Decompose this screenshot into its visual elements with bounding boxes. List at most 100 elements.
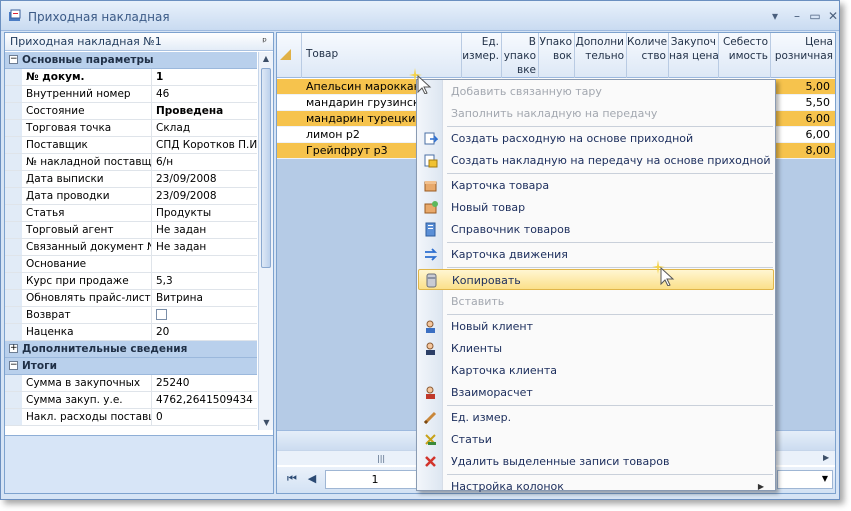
- property-row[interactable]: Торговая точка Склад: [5, 120, 257, 137]
- menu-item[interactable]: Карточка клиента: [418, 360, 774, 381]
- property-value[interactable]: 25240: [152, 375, 257, 391]
- property-row[interactable]: Дата проводки 23/09/2008: [5, 188, 257, 205]
- property-value[interactable]: Не задан: [152, 239, 257, 255]
- menu-item[interactable]: Справочник товаров: [418, 219, 774, 240]
- property-value[interactable]: 4762,2641509434: [152, 392, 257, 408]
- property-row[interactable]: Обновлять прайс-лист Витрина: [5, 290, 257, 307]
- property-row[interactable]: Основание: [5, 256, 257, 273]
- column-header-retail-price[interactable]: Цена розничная: [771, 33, 835, 78]
- scroll-down-icon[interactable]: ▼: [259, 416, 274, 430]
- minimize-icon[interactable]: –: [789, 9, 805, 23]
- scroll-up-icon[interactable]: ▲: [259, 52, 273, 66]
- property-value[interactable]: 23/09/2008: [152, 171, 257, 187]
- column-header-quantity[interactable]: Количе ство: [627, 33, 669, 78]
- retail-price-cell[interactable]: 5,50: [777, 95, 833, 110]
- retail-price-cell[interactable]: 5,00: [777, 79, 833, 94]
- menu-item[interactable]: Карточка товара: [418, 175, 774, 196]
- maximize-icon[interactable]: ▭: [807, 9, 823, 23]
- property-value[interactable]: 46: [152, 86, 257, 102]
- retail-price-cell[interactable]: 8,00: [777, 143, 833, 158]
- properties-scrollbar[interactable]: ▲ ▼: [258, 52, 273, 430]
- section-header[interactable]: − Итоги: [5, 358, 257, 375]
- section-header[interactable]: + Дополнительные сведения: [5, 341, 257, 358]
- column-header-per-pack[interactable]: В упако вке: [502, 33, 539, 78]
- property-row[interactable]: Сумма закуп. у.е. 4762,2641509434: [5, 392, 257, 409]
- property-row[interactable]: Дата выписки 23/09/2008: [5, 171, 257, 188]
- collapse-icon[interactable]: −: [9, 55, 18, 64]
- property-value[interactable]: 0: [152, 409, 257, 425]
- scroll-thumb[interactable]: [261, 68, 271, 268]
- menu-item[interactable]: Карточка движения: [418, 244, 774, 265]
- panel-title: Приходная накладная №1: [10, 35, 162, 48]
- table-header: Товар Ед. измер. В упако вке Упако вок Д…: [277, 33, 835, 78]
- pin-icon[interactable]: ᵖ: [262, 33, 267, 50]
- menu-item-label: Копировать: [452, 274, 521, 287]
- scroll-grip-icon[interactable]: |||: [377, 454, 385, 463]
- close-icon[interactable]: ✕: [825, 9, 839, 23]
- collapse-icon[interactable]: −: [9, 361, 18, 370]
- property-row[interactable]: Наценка 20: [5, 324, 257, 341]
- row-gutter: [5, 205, 22, 221]
- retail-price-cell[interactable]: 6,00: [777, 111, 833, 126]
- column-header-tovar[interactable]: Товар: [302, 33, 462, 78]
- property-value[interactable]: Не задан: [152, 222, 257, 238]
- property-row[interactable]: № докум. 1: [5, 69, 257, 86]
- property-value[interactable]: СПД Коротков П.И.: [152, 137, 257, 153]
- menu-item[interactable]: Ед. измер.: [418, 407, 774, 428]
- page-number-field[interactable]: 1: [325, 470, 425, 489]
- column-header-packs[interactable]: Упако вок: [539, 33, 575, 78]
- property-row[interactable]: Поставщик СПД Коротков П.И.: [5, 137, 257, 154]
- property-value[interactable]: 20: [152, 324, 257, 340]
- property-name: Курс при продаже: [22, 273, 152, 289]
- create-doc-icon: [424, 132, 438, 145]
- retail-price-cell[interactable]: 6,00: [777, 127, 833, 142]
- column-header-unit[interactable]: Ед. измер.: [462, 33, 502, 78]
- property-value[interactable]: Витрина: [152, 290, 257, 306]
- property-value[interactable]: 1: [152, 69, 257, 85]
- property-value[interactable]: [152, 256, 257, 272]
- property-row[interactable]: Статья Продукты: [5, 205, 257, 222]
- column-header-purchase-price[interactable]: Закупоч ная цена: [669, 33, 719, 78]
- property-row[interactable]: № накладной поставщик 6/н: [5, 154, 257, 171]
- menu-item[interactable]: Новый клиент: [418, 316, 774, 337]
- menu-item[interactable]: Новый товар: [418, 197, 774, 218]
- column-header-cost[interactable]: Себесто имость: [719, 33, 771, 78]
- menu-item[interactable]: Взаиморасчет: [418, 382, 774, 403]
- mouse-cursor-icon: [652, 260, 675, 286]
- page-size-dropdown[interactable]: ▼: [777, 470, 833, 489]
- chevron-down-icon[interactable]: ▾: [767, 9, 783, 23]
- property-row[interactable]: Внутренний номер 46: [5, 86, 257, 103]
- menu-item-label: Настройка колонок: [451, 480, 564, 493]
- row-gutter: [5, 375, 22, 391]
- scroll-right-icon[interactable]: ▶: [823, 453, 829, 462]
- property-value[interactable]: Проведена: [152, 103, 257, 119]
- property-row[interactable]: Накл. расходы поставщи 0: [5, 409, 257, 426]
- property-row[interactable]: Состояние Проведена: [5, 103, 257, 120]
- menu-item[interactable]: Создать расходную на основе приходной: [418, 128, 774, 149]
- property-row[interactable]: Торговый агент Не задан: [5, 222, 257, 239]
- property-checkbox[interactable]: [152, 307, 257, 323]
- first-record-icon[interactable]: ⏮: [285, 472, 299, 486]
- property-name: Наценка: [22, 324, 152, 340]
- header-corner[interactable]: [277, 33, 302, 78]
- property-row[interactable]: Связанный документ № Не задан: [5, 239, 257, 256]
- menu-item[interactable]: Статьи: [418, 429, 774, 450]
- property-row[interactable]: Возврат: [5, 307, 257, 324]
- property-row[interactable]: Сумма в закупочных 25240: [5, 375, 257, 392]
- section-header[interactable]: − Основные параметры: [5, 52, 257, 69]
- property-value[interactable]: 23/09/2008: [152, 188, 257, 204]
- property-value[interactable]: 5,3: [152, 273, 257, 289]
- property-value[interactable]: Склад: [152, 120, 257, 136]
- menu-item[interactable]: Копировать: [418, 269, 774, 290]
- mouse-cursor-icon: [409, 68, 432, 94]
- menu-item[interactable]: Создать накладную на передачу на основе …: [418, 150, 774, 171]
- column-header-additional[interactable]: Дополни тельно: [575, 33, 627, 78]
- property-value[interactable]: Продукты: [152, 205, 257, 221]
- property-row[interactable]: Курс при продаже 5,3: [5, 273, 257, 290]
- menu-item[interactable]: Удалить выделенные записи товаров: [418, 451, 774, 472]
- previous-record-icon[interactable]: ◀: [305, 472, 319, 486]
- property-value[interactable]: 6/н: [152, 154, 257, 170]
- expand-icon[interactable]: +: [9, 344, 18, 353]
- menu-item[interactable]: Настройка колонок ▶: [418, 476, 774, 497]
- menu-item[interactable]: Клиенты: [418, 338, 774, 359]
